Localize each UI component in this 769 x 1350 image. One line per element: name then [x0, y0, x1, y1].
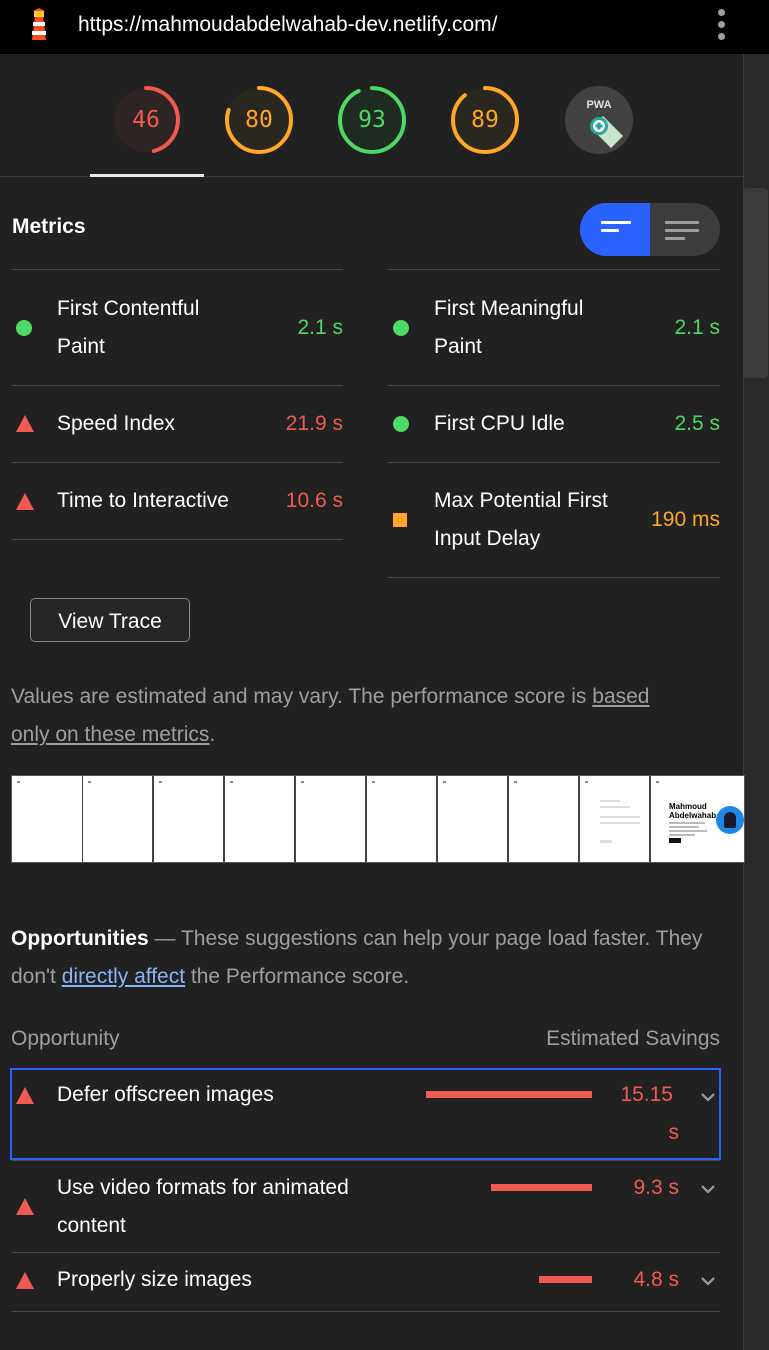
opportunities-title: Opportunities: [11, 927, 149, 950]
compact-list-icon[interactable]: [580, 203, 650, 256]
divider: [388, 462, 720, 463]
url-text[interactable]: https://mahmoudabdelwahab-dev.netlify.co…: [78, 13, 497, 37]
opportunity-title: Properly size images: [57, 1268, 252, 1291]
disclaimer-end: .: [209, 723, 216, 746]
divider: [12, 1311, 720, 1312]
pwa-label: PWA: [586, 99, 611, 111]
metric-value: 2.1 s: [297, 316, 343, 339]
directly-affect-link[interactable]: directly affect: [62, 965, 185, 988]
accessibility-score: 80: [245, 107, 273, 133]
accessibility-gauge[interactable]: 80: [223, 84, 295, 156]
divider: [12, 385, 343, 386]
filmstrip-frame: [367, 776, 438, 862]
best-practices-gauge[interactable]: 93: [336, 84, 408, 156]
opportunities-intro: Opportunities — These suggestions can he…: [11, 927, 703, 988]
metric-label: First Meaningful: [434, 297, 584, 320]
performance-score: 46: [132, 107, 160, 133]
fail-icon: [16, 1272, 34, 1289]
chevron-down-icon[interactable]: [699, 1272, 717, 1290]
metric-label: First CPU Idle: [434, 412, 565, 435]
scrollbar-thumb[interactable]: [743, 188, 768, 378]
based-on-metrics-link-cont[interactable]: only on these metrics: [11, 723, 209, 746]
filmstrip-frame: [154, 776, 225, 862]
savings-value: 4.8 s: [633, 1268, 679, 1291]
savings-bar: [539, 1276, 592, 1283]
metric-value: 2.1 s: [674, 316, 720, 339]
metrics-view-toggle[interactable]: [580, 203, 720, 256]
pass-icon: [393, 320, 409, 336]
chevron-down-icon[interactable]: [699, 1180, 717, 1198]
filmstrip-frame: [438, 776, 509, 862]
filmstrip-frame: [225, 776, 296, 862]
divider: [388, 385, 720, 386]
metrics-disclaimer: Values are estimated and may vary. The p…: [11, 678, 721, 754]
metric-value: 190 ms: [651, 508, 720, 531]
divider: [12, 462, 343, 463]
divider: [12, 1160, 720, 1161]
savings-column-header: Estimated Savings: [546, 1027, 720, 1050]
performance-gauge[interactable]: 46: [110, 84, 182, 156]
divider: [12, 1252, 720, 1253]
filmstrip-frame: [296, 776, 367, 862]
filmstrip-frame-final: Mahmoud Abdelwahab.: [651, 776, 744, 862]
divider: [12, 539, 343, 540]
fail-icon: [16, 415, 34, 432]
metrics-title: Metrics: [12, 215, 86, 238]
browser-top-bar: https://mahmoudabdelwahab-dev.netlify.co…: [0, 0, 769, 54]
metric-value: 21.9 s: [285, 412, 343, 435]
view-trace-button[interactable]: View Trace: [30, 598, 190, 642]
divider: [12, 269, 343, 270]
metric-value: 10.6 s: [285, 489, 343, 512]
average-icon: [393, 513, 407, 527]
metric-label: Paint: [57, 335, 105, 358]
filmstrip-frame: [509, 776, 580, 862]
savings-value: 15.15: [620, 1083, 673, 1106]
divider: [388, 577, 720, 578]
savings-bar: [426, 1091, 592, 1098]
metric-value: 2.5 s: [674, 412, 720, 435]
pass-icon: [393, 416, 409, 432]
seo-gauge[interactable]: 89: [449, 84, 521, 156]
opportunity-title: Defer offscreen images: [57, 1083, 274, 1106]
selected-category-underline: [90, 174, 204, 177]
avatar: [716, 806, 744, 834]
best-practices-score: 93: [358, 107, 386, 133]
disclaimer-text: Values are estimated and may vary. The p…: [11, 685, 593, 708]
score-gauges: 46 80 93 89 PWA: [0, 54, 743, 177]
filmstrip-frame: [12, 776, 84, 862]
metric-label: Max Potential First: [434, 489, 608, 512]
based-on-metrics-link[interactable]: based: [592, 685, 649, 708]
metric-label: Time to Interactive: [57, 489, 229, 512]
savings-bar: [491, 1184, 592, 1191]
filmstrip-frame: [580, 776, 651, 862]
fail-icon: [16, 1198, 34, 1215]
seo-score: 89: [471, 107, 499, 133]
opportunity-title: Use video formats for animated: [57, 1176, 349, 1199]
pwa-gauge[interactable]: PWA: [563, 84, 635, 156]
filmstrip-frame: [83, 776, 154, 862]
divider: [388, 269, 720, 270]
metric-label: Paint: [434, 335, 482, 358]
metric-label: Speed Index: [57, 412, 175, 435]
savings-unit: s: [668, 1121, 680, 1144]
pwa-badge-icon: PWA: [565, 86, 633, 154]
kebab-menu-icon[interactable]: [714, 9, 728, 43]
pass-icon: [16, 320, 32, 336]
opportunity-column-header: Opportunity: [11, 1027, 120, 1050]
fail-icon: [16, 1087, 34, 1104]
filmstrip: Mahmoud Abdelwahab.: [11, 775, 745, 863]
metric-label: First Contentful: [57, 297, 200, 320]
savings-value: 9.3 s: [633, 1176, 679, 1199]
chevron-down-icon[interactable]: [699, 1088, 717, 1106]
lighthouse-icon: [26, 8, 52, 47]
opportunity-title: content: [57, 1214, 126, 1237]
metric-label: Input Delay: [434, 527, 541, 550]
fail-icon: [16, 493, 34, 510]
frame-title: Mahmoud Abdelwahab.: [669, 802, 719, 820]
